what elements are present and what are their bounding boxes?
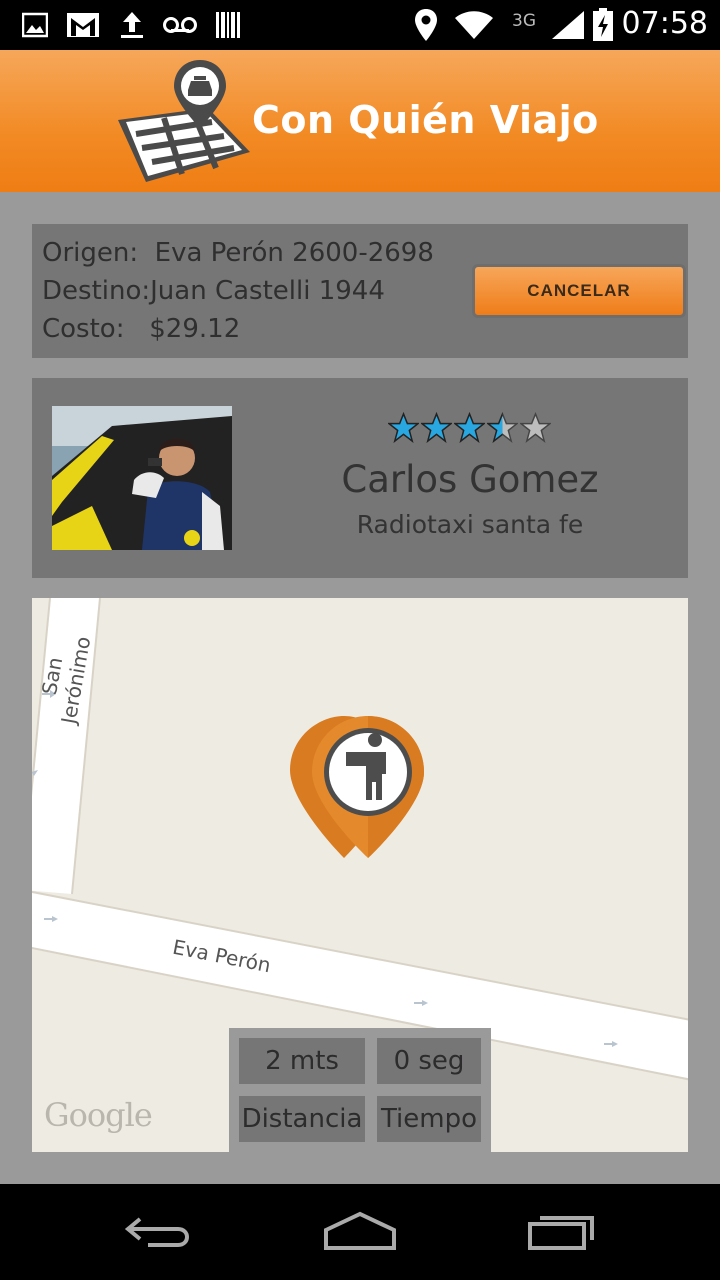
barcode-icon bbox=[214, 8, 242, 42]
driver-company: Radiotaxi santa fe bbox=[356, 510, 584, 539]
time-value: 0 seg bbox=[377, 1038, 481, 1084]
star-icon bbox=[520, 412, 551, 443]
star-icon bbox=[487, 412, 518, 443]
trip-info-panel: 2 mts 0 seg Distancia Tiempo bbox=[229, 1028, 491, 1152]
main-content: Origen: Eva Perón 2600-2698 Destino:Juan… bbox=[0, 192, 720, 1184]
recent-apps-icon[interactable] bbox=[522, 1206, 602, 1256]
google-logo: Google bbox=[44, 1096, 153, 1134]
image-icon bbox=[22, 8, 48, 42]
gmail-icon bbox=[66, 8, 100, 42]
star-icon bbox=[454, 412, 485, 443]
star-icon bbox=[421, 412, 452, 443]
navigation-bar bbox=[0, 1184, 720, 1280]
app-title: Con Quién Viajo bbox=[252, 98, 599, 142]
battery-charging-icon bbox=[592, 8, 614, 42]
star-icon bbox=[388, 412, 419, 443]
driver-photo bbox=[52, 406, 232, 550]
wifi-icon bbox=[454, 8, 494, 42]
distance-value: 2 mts bbox=[239, 1038, 365, 1084]
network-3g-icon: 3G bbox=[512, 11, 536, 31]
trip-origin: Origen: Eva Perón 2600-2698 bbox=[42, 238, 434, 268]
cancel-button[interactable]: CANCELAR bbox=[472, 264, 686, 318]
trip-cost: Costo: $29.12 bbox=[42, 314, 241, 344]
driver-rating bbox=[388, 412, 551, 443]
trip-destination: Destino:Juan Castelli 1944 bbox=[42, 276, 385, 306]
back-icon[interactable] bbox=[120, 1206, 200, 1256]
distance-label: Distancia bbox=[239, 1096, 365, 1142]
time-label: Tiempo bbox=[377, 1096, 481, 1142]
signal-icon bbox=[550, 8, 586, 42]
map-view[interactable]: San Jerónimo Eva Perón Google 2 mts 0 se… bbox=[32, 598, 688, 1152]
upload-icon bbox=[118, 8, 146, 42]
voicemail-icon bbox=[162, 8, 198, 42]
driver-name: Carlos Gomez bbox=[341, 458, 599, 501]
clock: 07:58 bbox=[621, 6, 708, 41]
location-icon bbox=[414, 8, 438, 42]
driver-card: Carlos Gomez Radiotaxi santa fe bbox=[32, 378, 688, 578]
app-header: Con Quién Viajo bbox=[0, 50, 720, 192]
status-bar: 3G 07:58 bbox=[0, 0, 720, 50]
taxi-map-logo-icon bbox=[112, 56, 252, 190]
trip-summary-card: Origen: Eva Perón 2600-2698 Destino:Juan… bbox=[32, 224, 688, 358]
home-icon[interactable] bbox=[320, 1206, 400, 1256]
